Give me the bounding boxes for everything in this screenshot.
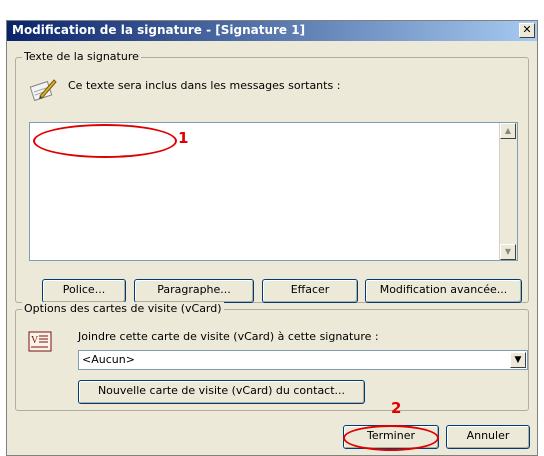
signature-scrollbar[interactable]: ▲ ▼ <box>499 123 517 260</box>
vcard-icon: V <box>28 331 52 352</box>
vcard-attach-label: Joindre cette carte de visite (vCard) à … <box>78 330 379 343</box>
arrow-up-icon: ▲ <box>504 126 512 135</box>
signature-dialog: Modification de la signature - [Signatur… <box>6 20 538 456</box>
svg-text:V: V <box>31 335 39 346</box>
arrow-down-icon: ▼ <box>504 247 512 256</box>
clear-button[interactable]: Effacer <box>262 279 358 303</box>
close-icon: ✕ <box>522 23 532 36</box>
new-vcard-button[interactable]: Nouvelle carte de visite (vCard) du cont… <box>78 380 365 404</box>
close-button[interactable]: ✕ <box>519 23 535 38</box>
annotation-number-2: 2 <box>391 399 402 417</box>
scroll-up-arrow[interactable]: ▲ <box>500 123 516 139</box>
vcard-dropdown-button[interactable]: ▼ <box>510 352 526 368</box>
signature-text-group-label: Texte de la signature <box>22 50 141 63</box>
paragraph-button[interactable]: Paragraphe... <box>134 279 254 303</box>
vcard-select[interactable]: <Aucun> ▼ <box>78 350 528 370</box>
vcard-selected-value: <Aucun> <box>82 353 135 366</box>
cancel-button[interactable]: Annuler <box>446 425 530 449</box>
annotation-ellipse-2 <box>343 425 439 451</box>
signature-info-text: Ce texte sera inclus dans les messages s… <box>68 79 341 92</box>
vcard-group: Options des cartes de visite (vCard) V J… <box>15 302 529 411</box>
annotation-number-1: 1 <box>178 129 189 147</box>
vcard-group-label: Options des cartes de visite (vCard) <box>22 302 224 315</box>
pen-paper-icon <box>29 79 57 102</box>
dialog-title: Modification de la signature - [Signatur… <box>12 23 306 37</box>
font-button[interactable]: Police... <box>42 279 126 303</box>
title-bar[interactable]: Modification de la signature - [Signatur… <box>7 21 537 41</box>
scroll-down-arrow[interactable]: ▼ <box>500 244 516 260</box>
chevron-down-icon: ▼ <box>514 355 522 365</box>
signature-text-group: Texte de la signature Ce texte sera incl… <box>15 50 529 303</box>
annotation-ellipse-1 <box>33 124 177 158</box>
advanced-edit-button[interactable]: Modification avancée... <box>365 279 522 303</box>
